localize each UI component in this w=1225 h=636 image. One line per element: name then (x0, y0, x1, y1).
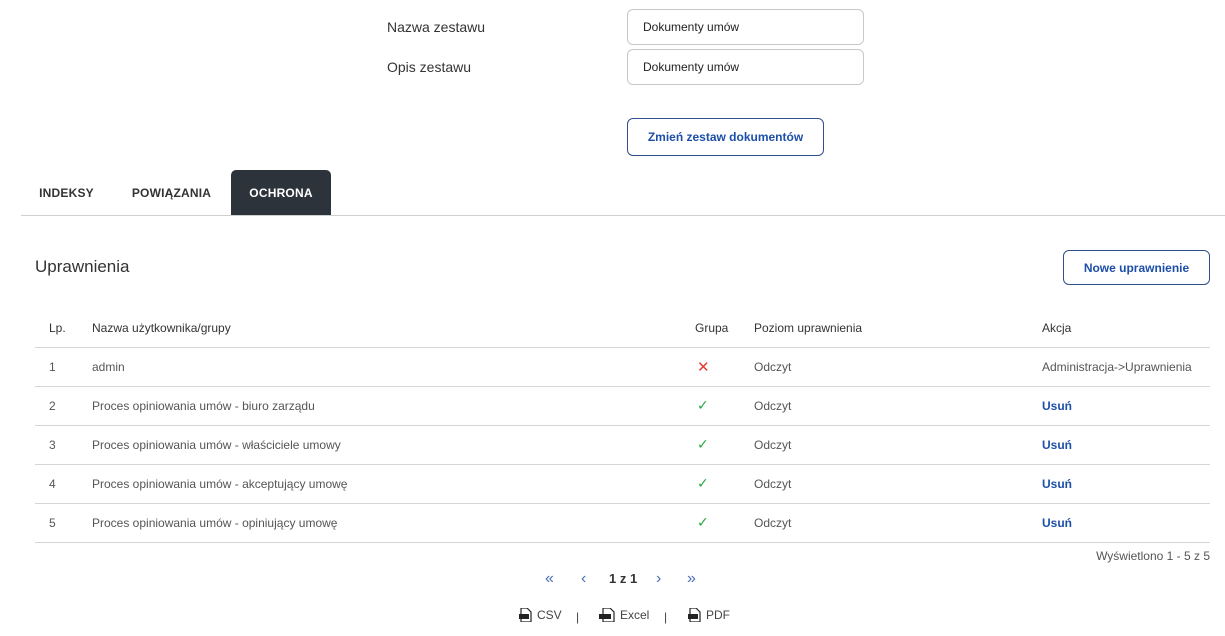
export-excel-label: Excel (620, 608, 650, 622)
pagination: « ‹ 1 z 1 › » (0, 569, 1225, 589)
row-name: Proces opiniowania umów - biuro zarządu (92, 386, 695, 426)
delete-link[interactable]: Usuń (1042, 477, 1072, 491)
table-row: 3 Proces opiniowania umów - właściciele … (35, 425, 1210, 465)
column-header-action: Akcja (1042, 310, 1210, 348)
export-pdf-label: PDF (706, 608, 730, 622)
export-bar: CSV | Excel | PDF (0, 605, 1225, 625)
column-header-group[interactable]: Grupa (695, 310, 754, 348)
delete-link[interactable]: Usuń (1042, 399, 1072, 413)
column-header-level[interactable]: Poziom uprawnienia (754, 310, 1042, 348)
export-excel-button[interactable]: Excel (599, 605, 649, 625)
row-level: Odczyt (754, 503, 1042, 543)
results-count: Wyświetlono 1 - 5 z 5 (1096, 549, 1210, 563)
row-name: Proces opiniowania umów - opiniujący umo… (92, 503, 695, 543)
cross-icon: ✕ (697, 358, 710, 376)
check-icon: ✓ (697, 436, 709, 452)
tab-indeksy[interactable]: INDEKSY (21, 170, 112, 215)
tab-powiazania[interactable]: POWIĄZANIA (112, 170, 231, 215)
row-name: Proces opiniowania umów - akceptujący um… (92, 464, 695, 504)
page-indicator: 1 z 1 (609, 571, 638, 586)
check-icon: ✓ (697, 475, 709, 491)
set-name-label: Nazwa zestawu (387, 19, 486, 35)
row-lp: 4 (35, 464, 92, 504)
row-level: Odczyt (754, 347, 1042, 387)
export-csv-button[interactable]: CSV (519, 605, 562, 625)
change-document-set-button[interactable]: Zmień zestaw dokumentów (627, 118, 824, 156)
previous-page-icon[interactable]: ‹ (581, 569, 586, 589)
table-row: 1 admin ✕ Odczyt Administracja->Uprawnie… (35, 347, 1210, 387)
row-lp: 5 (35, 503, 92, 543)
row-action-text: Administracja->Uprawnienia (1042, 347, 1210, 387)
export-separator: | (664, 610, 668, 624)
table-row: 2 Proces opiniowania umów - biuro zarząd… (35, 386, 1210, 426)
set-description-label: Opis zestawu (387, 59, 472, 75)
export-csv-label: CSV (537, 608, 562, 622)
row-name: admin (92, 347, 695, 387)
check-icon: ✓ (697, 397, 709, 413)
row-lp: 1 (35, 347, 92, 387)
row-lp: 2 (35, 386, 92, 426)
new-permission-button[interactable]: Nowe uprawnienie (1063, 250, 1210, 285)
set-name-input[interactable] (627, 9, 864, 45)
row-level: Odczyt (754, 386, 1042, 426)
file-icon (599, 608, 615, 622)
last-page-icon[interactable]: » (687, 569, 696, 589)
export-separator: | (576, 610, 580, 624)
tab-ochrona[interactable]: OCHRONA (231, 170, 331, 215)
column-header-lp[interactable]: Lp. (35, 310, 92, 348)
table-row: 5 Proces opiniowania umów - opiniujący u… (35, 503, 1210, 543)
file-icon (519, 608, 532, 622)
tab-bar: INDEKSY POWIĄZANIA OCHRONA (21, 170, 1225, 216)
delete-link[interactable]: Usuń (1042, 516, 1072, 530)
next-page-icon[interactable]: › (656, 569, 661, 589)
first-page-icon[interactable]: « (545, 569, 554, 589)
table-header-row: Lp. Nazwa użytkownika/grupy Grupa Poziom… (35, 310, 1210, 348)
export-pdf-button[interactable]: PDF (688, 605, 730, 625)
table-row: 4 Proces opiniowania umów - akceptujący … (35, 464, 1210, 504)
permissions-title: Uprawnienia (35, 257, 130, 276)
row-name: Proces opiniowania umów - właściciele um… (92, 425, 695, 465)
column-header-name[interactable]: Nazwa użytkownika/grupy (92, 310, 695, 348)
file-icon (688, 608, 701, 622)
row-level: Odczyt (754, 425, 1042, 465)
row-level: Odczyt (754, 464, 1042, 504)
permissions-table: Lp. Nazwa użytkownika/grupy Grupa Poziom… (35, 310, 1210, 543)
delete-link[interactable]: Usuń (1042, 438, 1072, 452)
check-icon: ✓ (697, 514, 709, 530)
row-lp: 3 (35, 425, 92, 465)
set-description-input[interactable] (627, 49, 864, 85)
